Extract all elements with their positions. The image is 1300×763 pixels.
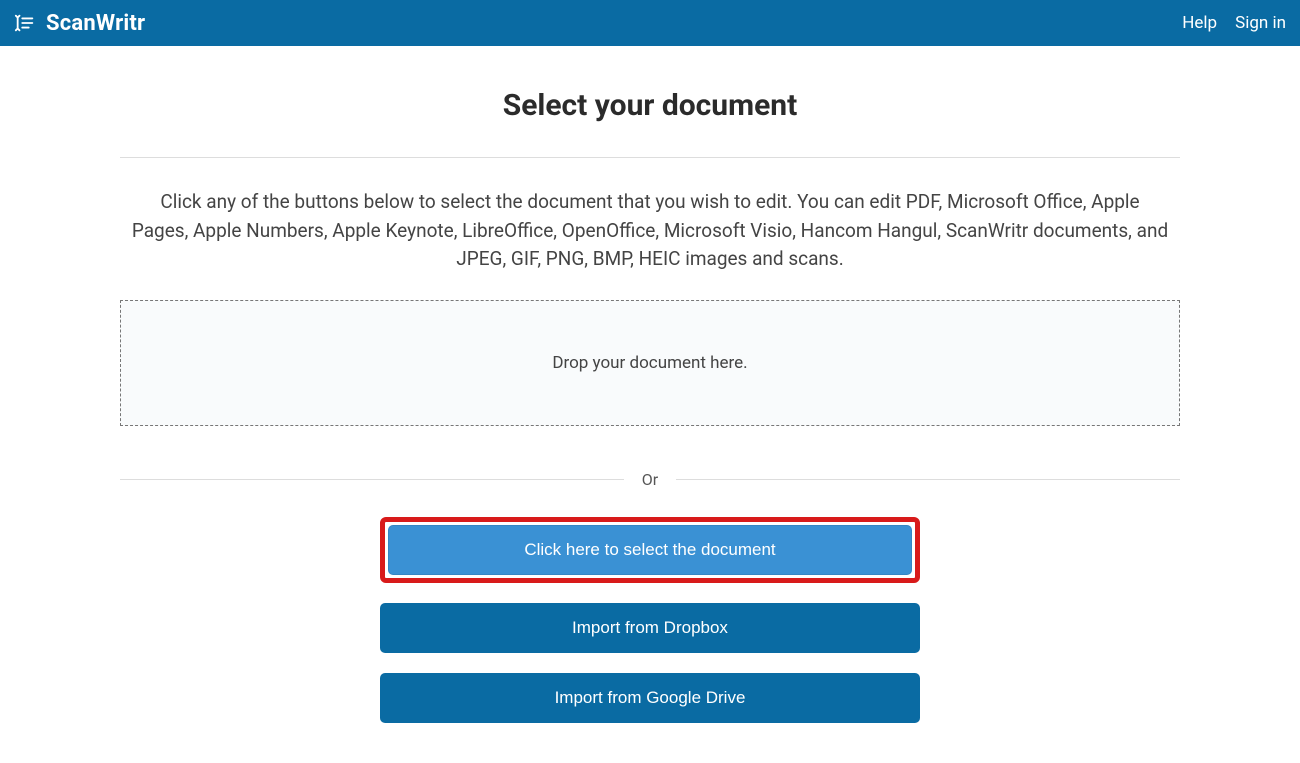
brand-name: ScanWritr (46, 11, 145, 36)
drop-zone[interactable]: Drop your document here. (120, 300, 1180, 426)
select-document-button[interactable]: Click here to select the document (388, 525, 912, 575)
divider-text: Or (642, 470, 658, 489)
import-dropbox-label: Import from Dropbox (572, 618, 728, 638)
button-stack: Click here to select the document Import… (120, 517, 1180, 723)
dropbox-button-wrap: Import from Dropbox (380, 603, 920, 653)
divider-line-top (120, 157, 1180, 158)
main-container: Select your document Click any of the bu… (120, 88, 1180, 763)
gdrive-button-wrap: Import from Google Drive (380, 673, 920, 723)
brand[interactable]: ScanWritr (14, 11, 145, 36)
topbar: ScanWritr Help Sign in (0, 0, 1300, 46)
divider-line-right (676, 479, 1180, 480)
import-gdrive-button[interactable]: Import from Google Drive (380, 673, 920, 723)
drop-zone-text: Drop your document here. (552, 353, 747, 373)
help-link[interactable]: Help (1182, 13, 1217, 33)
document-edit-icon (14, 12, 36, 34)
import-dropbox-button[interactable]: Import from Dropbox (380, 603, 920, 653)
description-text: Click any of the buttons below to select… (130, 188, 1170, 274)
divider-line-left (120, 479, 624, 480)
select-document-label: Click here to select the document (524, 540, 775, 560)
import-gdrive-label: Import from Google Drive (555, 688, 746, 708)
signin-link[interactable]: Sign in (1235, 13, 1286, 33)
or-divider: Or (120, 470, 1180, 489)
select-document-highlight: Click here to select the document (380, 517, 920, 583)
page-title: Select your document (120, 88, 1180, 123)
topbar-right: Help Sign in (1182, 13, 1286, 33)
